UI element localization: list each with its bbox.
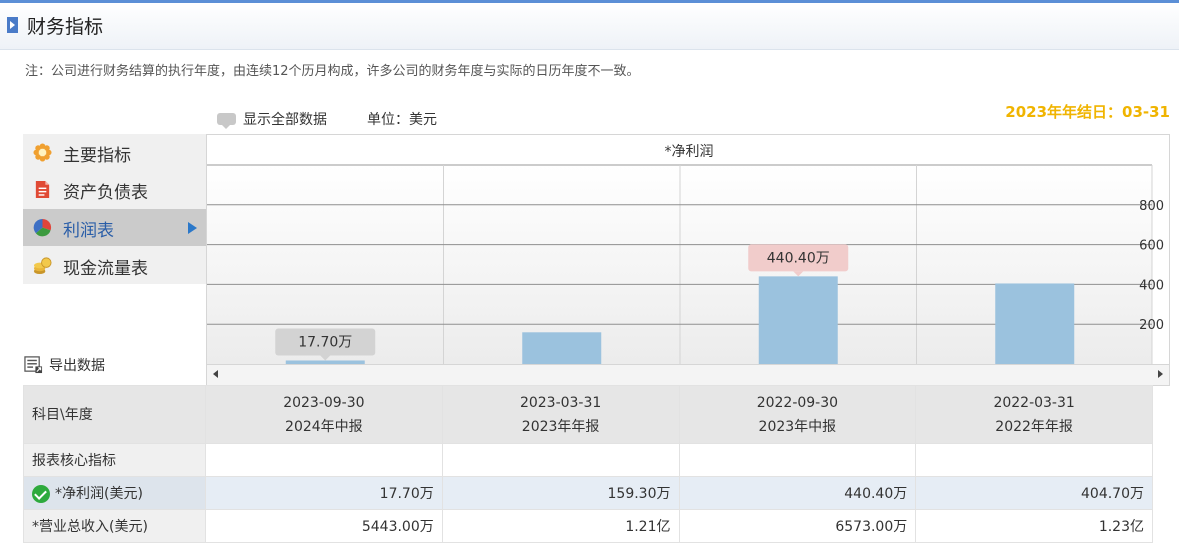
table-cell: 17.70万 xyxy=(205,476,443,510)
bar xyxy=(522,332,602,364)
y-tick-label: 400 xyxy=(1139,278,1164,293)
export-label: 导出数据 xyxy=(49,358,105,374)
menu-item-cash-flow[interactable]: 现金流量表 xyxy=(23,247,206,284)
chart-scrollbar[interactable] xyxy=(207,364,1169,385)
table-cell xyxy=(915,443,1153,477)
menu-item-label: 现金流量表 xyxy=(63,259,148,279)
gear-flower-icon xyxy=(33,143,52,162)
fiscal-note: 注：公司进行财务结算的执行年度，由连续12个历月构成，许多公司的财务年度与实际的… xyxy=(25,64,640,79)
y-tick-label: 600 xyxy=(1139,239,1164,254)
table-cell: 5443.00万 xyxy=(205,509,443,543)
table-header-row: 科目\年度 2023-09-30 2024年中报 2023-03-31 2023年年… xyxy=(23,385,1153,444)
column-period: 2024年中报 xyxy=(285,418,363,435)
column-header: 2023-03-31 2023年年报 xyxy=(441,385,680,444)
table-row-revenue[interactable]: *营业总收入(美元) 5443.00万 1.21亿 6573.00万 1.23亿 xyxy=(23,509,1153,543)
table-cell: 1.23亿 xyxy=(915,509,1153,543)
chart-plot: 200 400 600 800 17.70万 440.40万 xyxy=(207,164,1164,364)
bar xyxy=(995,283,1075,364)
column-period: 2022年年报 xyxy=(995,418,1073,435)
menu-item-main-indicators[interactable]: 主要指标 xyxy=(23,134,206,171)
scroll-right-icon[interactable] xyxy=(1158,370,1163,378)
table-cell: 440.40万 xyxy=(678,476,917,510)
row-label-text: *净利润(美元) xyxy=(55,486,143,502)
page-header: 财务指标 xyxy=(0,0,1179,50)
data-label: 440.40万 xyxy=(767,250,830,266)
menu-item-balance-sheet[interactable]: 资产负债表 xyxy=(23,171,206,208)
column-header: 2022-09-30 2023年中报 xyxy=(678,385,917,444)
row-label: *营业总收入(美元) xyxy=(23,509,206,543)
report-menu: 主要指标 资产负债表 利润表 现金流量表 xyxy=(23,134,206,284)
check-circle-icon xyxy=(32,485,50,503)
column-date: 2022-09-30 xyxy=(756,394,839,411)
financial-table: 科目\年度 2023-09-30 2024年中报 2023-03-31 2023年年… xyxy=(23,385,1153,543)
section-label: 报表核心指标 xyxy=(23,443,206,477)
table-cell xyxy=(205,443,443,477)
table-cell xyxy=(441,443,680,477)
table-corner: 科目\年度 xyxy=(23,385,206,444)
scroll-left-icon[interactable] xyxy=(213,370,218,378)
menu-item-income-statement[interactable]: 利润表 xyxy=(23,209,206,246)
speech-bubble-icon[interactable] xyxy=(217,113,236,129)
bar xyxy=(758,276,838,364)
column-header: 2023-09-30 2024年中报 xyxy=(205,385,443,444)
table-cell xyxy=(678,443,917,477)
table-cell: 159.30万 xyxy=(441,476,680,510)
page-title: 财务指标 xyxy=(27,16,104,38)
row-label: *净利润(美元) xyxy=(23,476,206,510)
fiscal-year-end: 2023年年结日：03-31 xyxy=(1005,103,1170,121)
pie-chart-icon xyxy=(33,218,52,237)
column-date: 2022-03-31 xyxy=(993,394,1075,411)
menu-item-label: 主要指标 xyxy=(63,146,131,166)
column-date: 2023-03-31 xyxy=(519,394,602,411)
export-icon xyxy=(24,356,43,374)
table-cell: 1.21亿 xyxy=(441,509,680,543)
menu-item-label: 资产负债表 xyxy=(63,183,148,203)
column-period: 2023年中报 xyxy=(758,418,837,435)
section-row: 报表核心指标 xyxy=(23,443,1153,477)
document-icon xyxy=(35,180,50,199)
table-row-net-profit[interactable]: *净利润(美元) 17.70万 159.30万 440.40万 404.70万 xyxy=(23,476,1153,510)
y-tick-label: 800 xyxy=(1139,199,1164,214)
data-label: 17.70万 xyxy=(298,334,352,350)
y-tick-label: 200 xyxy=(1139,318,1164,333)
table-cell: 404.70万 xyxy=(915,476,1153,510)
section-marker-icon xyxy=(7,17,18,33)
coins-icon xyxy=(33,257,52,275)
menu-item-label: 利润表 xyxy=(63,221,114,241)
show-all-data-toggle[interactable]: 显示全部数据 xyxy=(243,109,327,129)
table-cell: 6573.00万 xyxy=(678,509,917,543)
net-profit-chart: *净利润 200 400 600 800 17.70万 440.40万 xyxy=(206,134,1170,386)
column-period: 2023年年报 xyxy=(521,418,600,435)
chevron-right-icon xyxy=(188,222,197,234)
column-date: 2023-09-30 xyxy=(283,394,365,411)
unit-label: 单位：美元 xyxy=(367,112,437,128)
column-header: 2022-03-31 2022年年报 xyxy=(915,385,1153,444)
